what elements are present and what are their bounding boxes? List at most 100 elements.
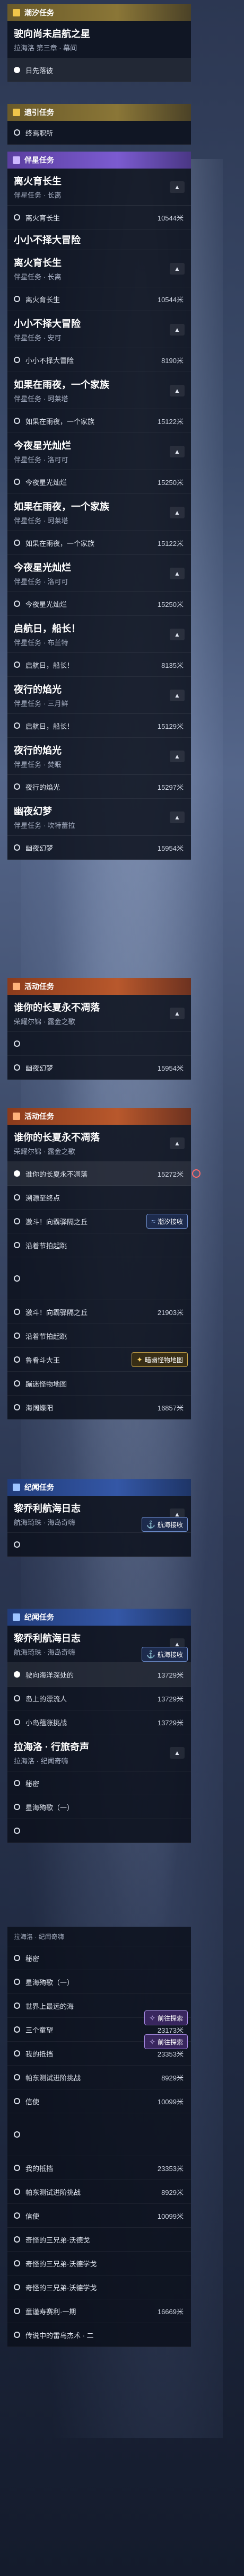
chevron-up-icon[interactable]: ▲ <box>170 384 185 396</box>
quest-step[interactable]: 秘密 <box>7 1946 191 1970</box>
chevron-up-icon[interactable]: ▲ <box>170 181 185 193</box>
quest-step[interactable]: 今夜星光灿烂 15250米 <box>7 470 191 494</box>
tide-quest-header[interactable]: 潮汐任务 <box>7 4 191 21</box>
quest-step[interactable]: 童谨寿赛利·一期 16669米 <box>7 2299 191 2323</box>
chevron-up-icon[interactable]: ▲ <box>170 1007 185 1019</box>
quest-card[interactable]: 幽夜幻梦 伴星任务 · 坎特蕾拉 ▲ <box>7 799 191 836</box>
quest-card[interactable]: 谁你的长夏永不凋落 荣耀尔锦 · 露金之歌 ▲ <box>7 995 191 1032</box>
chevron-up-icon[interactable]: ▲ <box>170 567 185 579</box>
quest-card[interactable]: 启航日，船长！ 伴星任务 · 布兰特 ▲ <box>7 616 191 653</box>
quest-step[interactable]: 如果在雨夜，一个家族 15122米 <box>7 409 191 433</box>
quest-card[interactable]: 如果在雨夜，一个家族 伴星任务 · 珂莱塔 ▲ <box>7 372 191 409</box>
quest-card[interactable]: 夜行的焰光 伴星任务 · 三月鲜 ▲ <box>7 677 191 714</box>
quest-step[interactable]: 沿着节拍起跳 <box>7 1233 191 1257</box>
chevron-up-icon[interactable]: ▲ <box>170 689 185 701</box>
quest-step[interactable]: 奇怪的三兄弟·沃德学戈 <box>7 2252 191 2275</box>
chevron-up-icon[interactable]: ▲ <box>170 262 185 275</box>
boss-map-badge[interactable]: ✦ 暗幽怪物地图 <box>132 1352 188 1367</box>
quest-card[interactable]: 黎乔利航海日志 航海琦珠 · 海岛奇嗨 ▲ ⚓ 航海接收 <box>7 1626 191 1663</box>
radio-icon <box>14 214 20 220</box>
quest-title: 启航日，船长！ <box>14 623 81 634</box>
quest-step[interactable]: 星海殉歌（一） <box>7 1795 191 1819</box>
quest-step[interactable]: 岛上的漂流人 13729米 <box>7 1687 191 1710</box>
quest-step[interactable]: 启航日，船长！ 8135米 <box>7 653 191 677</box>
quest-step[interactable]: 启航日，船长！ 15129米 <box>7 714 191 738</box>
quest-step[interactable] <box>7 1257 191 1300</box>
track-pin-icon[interactable] <box>192 1169 201 1178</box>
quest-step[interactable]: 离火育长生 10544米 <box>7 287 191 311</box>
quest-step[interactable]: 帕东测试进阶挑战 8929米 <box>7 2066 191 2089</box>
quest-step[interactable]: 小岛蕴涨挑战 13729米 <box>7 1710 191 1734</box>
companion-quest-panel: 伴星任务 离火育长生 伴星任务 · 长离 ▲ 离火育长生 10544米 小小不择大冒险… <box>7 152 191 860</box>
quest-step[interactable]: 如果在雨夜，一个家族 15122米 <box>7 531 191 555</box>
quest-step[interactable]: 日先落彼 <box>7 58 191 82</box>
quest-step[interactable]: 海阔蝶阳 16857米 <box>7 1396 191 1419</box>
quest-step[interactable]: 奇怪的三兄弟·沃德戈 <box>7 2228 191 2252</box>
quest-step[interactable]: 终焉职所 <box>7 121 191 145</box>
quest-card[interactable]: 黎乔利航海日志 航海琦珠 · 海岛奇嗨 ▲ ⚓ 航海接收 <box>7 1496 191 1533</box>
chevron-up-icon[interactable]: ▲ <box>170 323 185 336</box>
quest-step[interactable]: 星海殉歌（一） <box>7 1970 191 1994</box>
chevron-up-icon[interactable]: ▲ <box>170 445 185 457</box>
explore-badge[interactable]: ✧ 前往探索 <box>144 2034 188 2049</box>
quest-step[interactable]: 我的抵挡 23353米 <box>7 2156 191 2180</box>
quest-step[interactable]: 今夜星光灿烂 15250米 <box>7 592 191 616</box>
quest-step[interactable]: 鲁肴斗大王 ✦ 暗幽怪物地图 <box>7 1348 191 1372</box>
quest-card[interactable]: 夜行的焰光 伴星任务 · 焚眠 ▲ <box>7 738 191 775</box>
explore-badge[interactable]: ✧ 前往探索 <box>144 2010 188 2025</box>
quest-step[interactable] <box>7 1032 191 1056</box>
quest-step[interactable]: 激斗！向霸驿隔之丘 21903米 <box>7 1300 191 1324</box>
quest-step[interactable]: 帕东测试进阶挑战 8929米 <box>7 2180 191 2204</box>
event-quest-header[interactable]: 活动任务 <box>7 1108 191 1125</box>
quest-step[interactable]: 信使 10099米 <box>7 2089 191 2113</box>
quest-title: 夜行的焰光 <box>14 684 62 695</box>
quest-step[interactable] <box>7 2113 191 2156</box>
quest-title: 谁你的长夏永不凋落 <box>14 1132 100 1143</box>
quest-step-label: 如果在雨夜，一个家族 <box>25 417 95 426</box>
companion-quest-header[interactable]: 伴星任务 <box>7 152 191 169</box>
quest-step[interactable]: 谁你的长夏永不凋落 15272米 <box>7 1162 201 1186</box>
quest-card[interactable]: 如果在雨夜，一个家族 伴星任务 · 珂莱塔 ▲ <box>7 494 191 531</box>
quest-step[interactable]: 幽夜幻梦 15954米 <box>7 836 191 860</box>
record-quest-header[interactable]: 纪闻任务 <box>7 1479 191 1496</box>
quest-step[interactable]: 激斗！向霸驿隔之丘 ≈ 潮汐接收 <box>7 1210 191 1233</box>
quest-step[interactable]: 秘密 <box>7 1771 191 1795</box>
quest-card[interactable]: 小小不择大冒险 <box>7 230 191 250</box>
quest-step[interactable]: 驶向海洋深处的 13729米 <box>7 1663 191 1687</box>
event-quest-header[interactable]: 活动任务 <box>7 978 191 995</box>
quest-step[interactable] <box>7 1819 191 1843</box>
quest-card[interactable]: 驶向尚未启航之星 拉海洛 第三章 · 幕间 <box>7 21 191 58</box>
quest-step[interactable]: 传说中的雷鸟杰术 · 二 <box>7 2323 191 2347</box>
quest-step[interactable]: 蹦迷怪物地图 <box>7 1372 191 1396</box>
quest-step[interactable]: 奇怪的三兄弟·沃德学戈 <box>7 2275 191 2299</box>
quest-step[interactable]: 沿着节拍起跳 <box>7 1324 191 1348</box>
quest-step[interactable]: 夜行的焰光 15297米 <box>7 775 191 799</box>
chevron-up-icon[interactable]: ▲ <box>170 750 185 762</box>
quest-card[interactable]: 今夜星光灿烂 伴星任务 · 洛可可 ▲ <box>7 555 191 592</box>
quest-card[interactable]: 小小不择大冒险 伴星任务 · 安可 ▲ <box>7 311 191 348</box>
quest-step[interactable]: 溯源至终点 <box>7 1186 191 1210</box>
quest-card[interactable]: 拉海洛 · 行旅奇声 拉海洛 · 纪闻奇嗨 ▲ <box>7 1734 191 1771</box>
quest-step[interactable]: 幽夜幻梦 15954米 <box>7 1056 191 1080</box>
quest-card[interactable]: 谁你的长夏永不凋落 荣耀尔锦 · 露金之歌 ▲ <box>7 1125 191 1162</box>
distance: 15129米 <box>157 722 184 730</box>
quest-card[interactable]: 离火育长生 伴星任务 · 长离 ▲ <box>7 169 191 206</box>
chevron-up-icon[interactable]: ▲ <box>170 811 185 823</box>
quest-step[interactable]: 离火育长生 10544米 <box>7 206 191 230</box>
chevron-up-icon[interactable]: ▲ <box>170 628 185 640</box>
quest-step[interactable]: 小小不择大冒险 8190米 <box>7 348 191 372</box>
sail-receive-badge[interactable]: ⚓ 航海接收 <box>141 1517 188 1532</box>
record-quest-header[interactable]: 纪闻任务 <box>7 1609 191 1626</box>
quest-step[interactable]: 信使 10099米 <box>7 2204 191 2228</box>
legacy-quest-header[interactable]: 遗引任务 <box>7 104 191 121</box>
quest-card[interactable]: 今夜星光灿烂 伴星任务 · 洛可可 ▲ <box>7 433 191 470</box>
chevron-up-icon[interactable]: ▲ <box>170 506 185 518</box>
quest-card[interactable]: 离火育长生 伴星任务 · 长离 ▲ <box>7 250 191 287</box>
sail-receive-badge[interactable]: ⚓ 航海接收 <box>141 1647 188 1662</box>
quest-step[interactable] <box>7 1533 191 1557</box>
chevron-up-icon[interactable]: ▲ <box>170 1137 185 1149</box>
tide-receive-badge[interactable]: ≈ 潮汐接收 <box>146 1214 188 1229</box>
quest-step[interactable]: 我的抵挡 23353米 ✧ 前往探索 <box>7 2034 191 2066</box>
chevron-up-icon[interactable]: ▲ <box>170 1746 185 1759</box>
quest-step-label: 今夜星光灿烂 <box>25 478 67 487</box>
